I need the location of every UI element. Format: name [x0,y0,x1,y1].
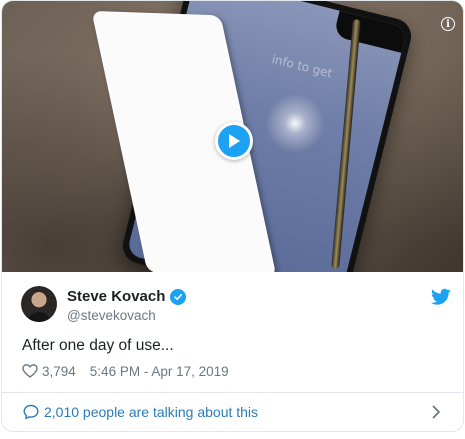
verified-badge-icon [170,288,187,305]
talking-about-label[interactable]: 2,010 people are talking about this [44,404,258,420]
heart-icon[interactable] [22,363,38,379]
play-button[interactable] [215,122,253,160]
tweet-embed-card: info to get i Steve Kovach @stevekovach … [1,0,464,432]
comment-bubble-icon [23,404,39,420]
like-count[interactable]: 3,794 [42,364,76,379]
play-icon [229,134,240,148]
author-handle[interactable]: @stevekovach [67,308,156,323]
tweet-timestamp[interactable]: 5:46 PM - Apr 17, 2019 [90,364,229,379]
info-icon[interactable]: i [441,17,455,31]
talking-about-link[interactable]: 2,010 people are talking about this [2,393,463,431]
tweet-video[interactable]: info to get i [2,1,463,272]
author-display-name[interactable]: Steve Kovach [67,288,165,305]
twitter-bird-icon[interactable] [431,288,451,306]
tweet-text: After one day of use... [22,337,174,354]
author-name-row[interactable]: Steve Kovach [67,288,187,305]
tweet-author[interactable]: Steve Kovach @stevekovach [21,286,451,326]
avatar[interactable] [21,286,57,322]
chevron-right-icon[interactable] [431,405,441,419]
tweet-meta: 3,794 5:46 PM - Apr 17, 2019 [22,363,229,379]
